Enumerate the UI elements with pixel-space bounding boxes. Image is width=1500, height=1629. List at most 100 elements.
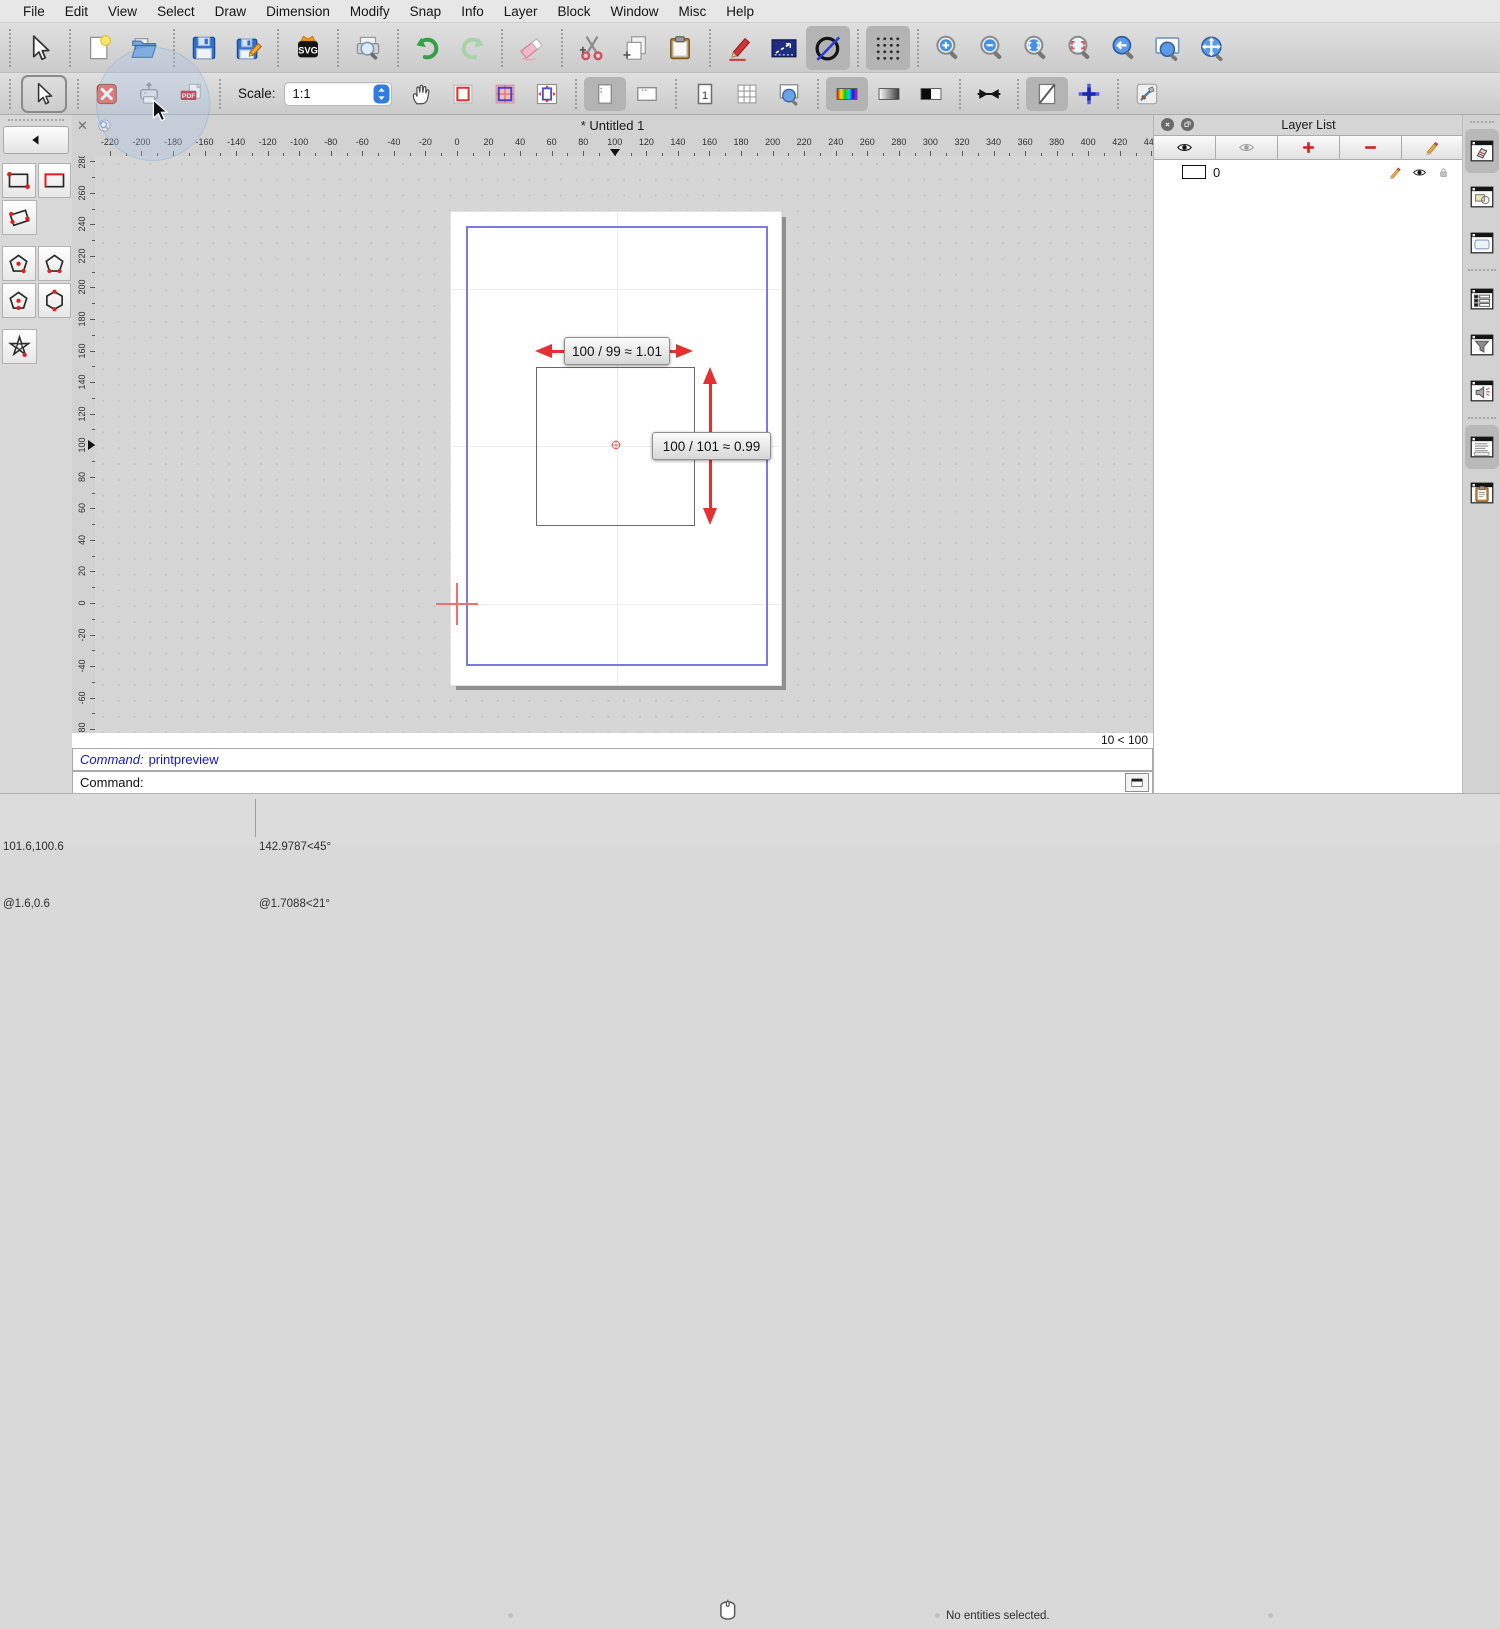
pp-color-button[interactable]	[826, 77, 868, 111]
copy-button[interactable]	[614, 26, 658, 70]
pp-calibrate-button[interactable]	[968, 77, 1010, 111]
polygon-2-vertices-tool[interactable]	[38, 246, 72, 281]
menu-edit[interactable]: Edit	[55, 4, 98, 19]
select-cursor-button[interactable]	[18, 26, 62, 70]
menu-block[interactable]: Block	[548, 4, 601, 19]
toolbar-drag-handle[interactable]	[9, 29, 11, 67]
menu-file[interactable]: File	[13, 4, 55, 19]
hide-all-layers-button[interactable]	[1216, 136, 1278, 159]
pp-settings-button[interactable]	[1126, 77, 1168, 111]
zoom-pan-button[interactable]	[1190, 26, 1234, 70]
dock-entity-list-toggle[interactable]	[1465, 277, 1499, 321]
pp-landscape-button[interactable]	[626, 77, 668, 111]
command-input[interactable]: Command:	[72, 771, 1153, 794]
delete-entities-button[interactable]	[510, 26, 554, 70]
open-document-button[interactable]	[122, 26, 166, 70]
menu-misc[interactable]: Misc	[669, 4, 717, 19]
save-button[interactable]	[182, 26, 226, 70]
pp-multi-page-button[interactable]	[726, 77, 768, 111]
edit-layer-button[interactable]	[1402, 136, 1463, 159]
print-preview-button[interactable]	[346, 26, 390, 70]
toolbar-drag-handle[interactable]	[9, 79, 11, 109]
scale-select[interactable]: 1:1	[284, 82, 392, 106]
redo-button[interactable]	[450, 26, 494, 70]
palette-back-button[interactable]	[3, 126, 69, 154]
dock-clipboard-toggle[interactable]	[1465, 471, 1499, 515]
pp-black-white-button[interactable]	[910, 77, 952, 111]
command-keyboard-button[interactable]	[1125, 773, 1149, 792]
save-as-button[interactable]	[226, 26, 270, 70]
menu-draw[interactable]: Draw	[205, 4, 257, 19]
add-layer-button[interactable]	[1278, 136, 1340, 159]
pp-paper-border-button[interactable]	[442, 77, 484, 111]
pp-one-page-button[interactable]: 1	[684, 77, 726, 111]
pp-zoom-page-button[interactable]	[768, 77, 810, 111]
dock-block-list-toggle[interactable]	[1465, 175, 1499, 219]
paste-button[interactable]	[658, 26, 702, 70]
pp-portrait-button[interactable]	[584, 77, 626, 111]
dock-selection-filter-toggle[interactable]	[1465, 323, 1499, 367]
zoom-out-button[interactable]	[970, 26, 1014, 70]
menu-layer[interactable]: Layer	[494, 4, 548, 19]
grid-toggle-button[interactable]	[866, 26, 910, 70]
menu-window[interactable]: Window	[601, 4, 669, 19]
menu-dimension[interactable]: Dimension	[256, 4, 340, 19]
ruler-tick-label: 420	[1112, 137, 1127, 147]
pp-close-button[interactable]	[86, 77, 128, 111]
export-svg-button[interactable]: SVG	[286, 26, 330, 70]
pp-crosshair-button[interactable]	[1068, 77, 1110, 111]
show-all-layers-button[interactable]	[1154, 136, 1216, 159]
command-history-label: Command:	[80, 752, 144, 767]
ruler-tick-label: 180	[734, 137, 749, 147]
menu-info[interactable]: Info	[451, 4, 494, 19]
pp-fit-page-button[interactable]	[526, 77, 568, 111]
layer-row[interactable]: 0	[1154, 160, 1463, 184]
polygon-6-vertices-tool[interactable]	[38, 283, 72, 318]
menu-view[interactable]: View	[98, 4, 147, 19]
menu-modify[interactable]: Modify	[340, 4, 400, 19]
star-tool[interactable]	[2, 329, 37, 364]
pp-pdf-button[interactable]: PDF	[170, 77, 212, 111]
dock-drag-handle[interactable]	[1470, 121, 1494, 125]
undo-button[interactable]	[406, 26, 450, 70]
dock-command-widget-toggle[interactable]	[1465, 369, 1499, 413]
layer-visibility-icon[interactable]	[1412, 165, 1427, 180]
remove-layer-button[interactable]	[1340, 136, 1402, 159]
layer-name: 0	[1213, 165, 1220, 180]
modify-attributes-button[interactable]	[762, 26, 806, 70]
ruler-tick-label: -60	[356, 137, 369, 147]
stepper-icon[interactable]	[373, 84, 390, 104]
menu-help[interactable]: Help	[716, 4, 764, 19]
zoom-previous-button[interactable]	[1102, 26, 1146, 70]
pp-hand-button[interactable]	[400, 77, 442, 111]
cut-button[interactable]	[570, 26, 614, 70]
new-document-button[interactable]	[78, 26, 122, 70]
zoom-selected-button[interactable]	[1058, 26, 1102, 70]
dock-library-browser-toggle[interactable]	[1465, 221, 1499, 265]
draft-mode-button[interactable]	[806, 26, 850, 70]
polygon-center-side-tool[interactable]	[2, 283, 36, 318]
rect-corners-tool[interactable]	[38, 163, 72, 198]
drawing-canvas[interactable]: 100 / 99 ≈ 1.01 100 / 101 ≈ 0.99	[95, 156, 1153, 733]
rect-2-corners-tool[interactable]	[2, 163, 36, 198]
pp-grayscale-button[interactable]	[868, 77, 910, 111]
pp-cursor-button[interactable]	[21, 75, 67, 113]
pp-print-button[interactable]	[128, 77, 170, 111]
zoom-in-button[interactable]	[926, 26, 970, 70]
toolbar-separator	[959, 79, 961, 109]
rect-3-points-tool[interactable]	[2, 200, 37, 235]
edit-entity-button[interactable]	[718, 26, 762, 70]
layer-edit-icon[interactable]	[1388, 165, 1403, 180]
dock-command-line-toggle[interactable]	[1465, 425, 1499, 469]
menu-snap[interactable]: Snap	[400, 4, 452, 19]
layer-lock-icon[interactable]	[1436, 165, 1451, 180]
dock-layer-list-toggle[interactable]	[1465, 129, 1499, 173]
pp-margins-button[interactable]	[1026, 77, 1068, 111]
palette-drag-handle[interactable]	[8, 119, 64, 123]
menu-select[interactable]: Select	[147, 4, 205, 19]
document-tab-strip: ✕ * Untitled 1	[72, 114, 1153, 137]
zoom-auto-button[interactable]	[1014, 26, 1058, 70]
pp-tiled-pages-button[interactable]	[484, 77, 526, 111]
zoom-window-button[interactable]	[1146, 26, 1190, 70]
polygon-center-vertex-tool[interactable]	[2, 246, 36, 281]
